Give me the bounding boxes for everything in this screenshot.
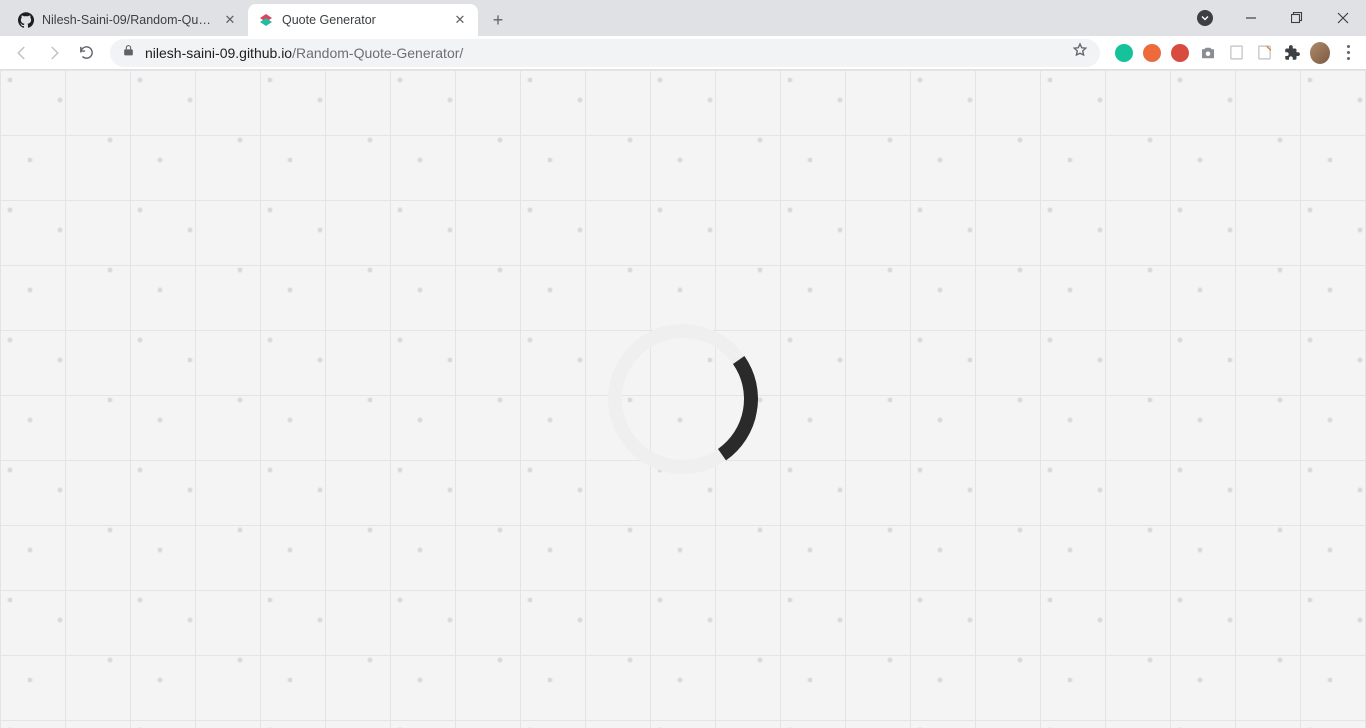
browser-toolbar: nilesh-saini-09.github.io/Random-Quote-G…: [0, 36, 1366, 70]
new-tab-button[interactable]: +: [484, 6, 512, 34]
close-window-button[interactable]: [1320, 0, 1366, 36]
extension-note-icon[interactable]: [1226, 43, 1246, 63]
forward-button[interactable]: [40, 39, 68, 67]
tab-quote-generator[interactable]: Quote Generator ✕: [248, 4, 478, 36]
url-host: nilesh-saini-09.github.io: [145, 45, 292, 61]
close-icon[interactable]: ✕: [222, 12, 238, 28]
url-text: nilesh-saini-09.github.io/Random-Quote-G…: [145, 45, 1062, 61]
maximize-button[interactable]: [1274, 0, 1320, 36]
extension-grammarly-icon[interactable]: [1114, 43, 1134, 63]
extensions-menu-icon[interactable]: [1282, 43, 1302, 63]
reload-button[interactable]: [72, 39, 100, 67]
close-icon[interactable]: ✕: [452, 12, 468, 28]
tab-github[interactable]: Nilesh-Saini-09/Random-Quote- ✕: [8, 4, 248, 36]
extension-blocker-icon[interactable]: [1142, 43, 1162, 63]
page-viewport: [0, 70, 1366, 728]
loading-spinner-icon: [596, 312, 770, 486]
extension-clip-icon[interactable]: [1254, 43, 1274, 63]
lock-icon: [122, 44, 135, 62]
tab-search-button[interactable]: [1182, 0, 1228, 36]
back-button[interactable]: [8, 39, 36, 67]
github-icon: [18, 12, 34, 28]
chrome-menu-icon[interactable]: [1338, 45, 1358, 60]
extension-screenshot-icon[interactable]: [1198, 43, 1218, 63]
window-controls: [1182, 0, 1366, 36]
tab-title: Nilesh-Saini-09/Random-Quote-: [42, 13, 214, 27]
url-path: /Random-Quote-Generator/: [292, 45, 463, 61]
address-bar[interactable]: nilesh-saini-09.github.io/Random-Quote-G…: [110, 39, 1100, 67]
bookmark-icon[interactable]: [1072, 42, 1088, 63]
tab-strip: Nilesh-Saini-09/Random-Quote- ✕ Quote Ge…: [0, 0, 1366, 36]
tab-title: Quote Generator: [282, 13, 444, 27]
extensions-row: [1110, 43, 1358, 63]
codepen-icon: [258, 12, 274, 28]
profile-avatar[interactable]: [1310, 43, 1330, 63]
extension-recorder-icon[interactable]: [1170, 43, 1190, 63]
minimize-button[interactable]: [1228, 0, 1274, 36]
